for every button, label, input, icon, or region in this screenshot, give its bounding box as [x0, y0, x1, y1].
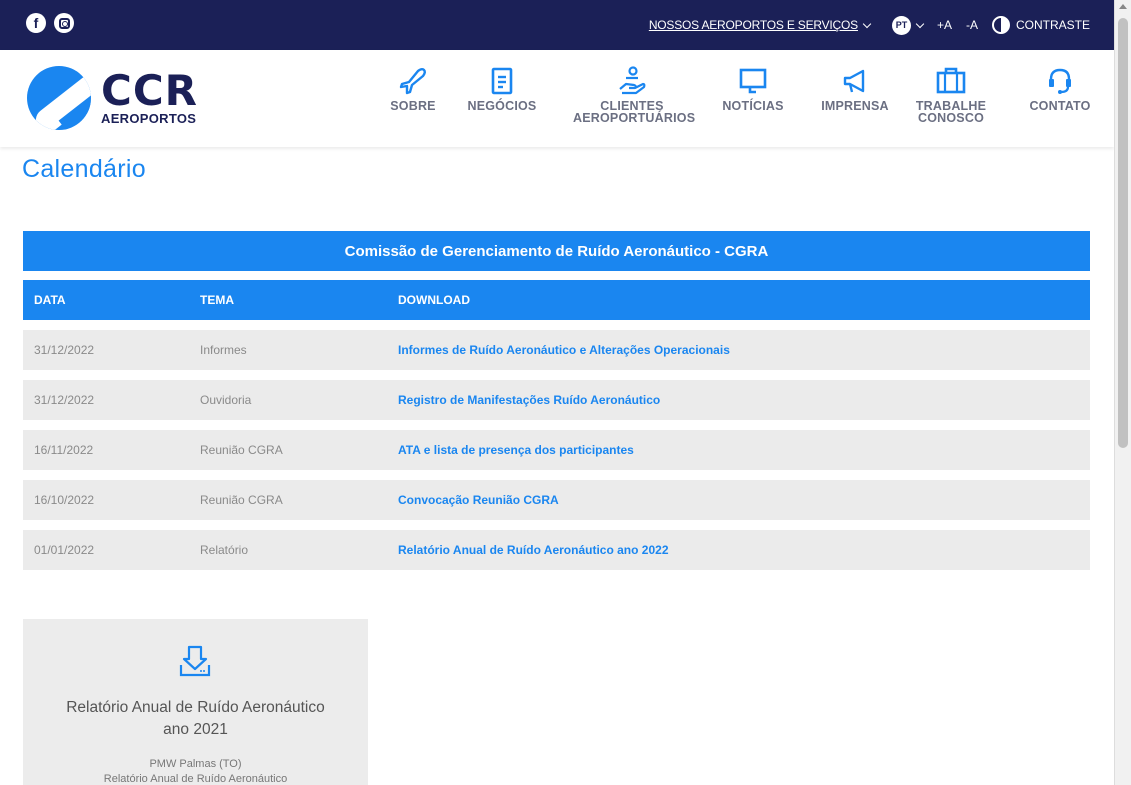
card-subtitle: PMW Palmas (TO) Relatório Anual de Ruído…: [23, 757, 368, 785]
table-row: 31/12/2022 Ouvidoria Registro de Manifes…: [23, 380, 1090, 420]
nav-item-imprensa[interactable]: IMPRENSA: [815, 62, 895, 112]
card-description: Relatório Anual de Ruído Aeronáutico: [103, 773, 288, 785]
row-tema: Relatório: [200, 543, 249, 557]
row-date: 31/12/2022: [34, 393, 95, 407]
scrollbar-thumb[interactable]: [1118, 18, 1128, 448]
top-nav: NOSSOS AEROPORTOS E SERVIÇOS PT +A -A CO…: [649, 0, 1090, 50]
scroll-up-icon[interactable]: [1119, 4, 1127, 9]
row-tema: Reunião CGRA: [200, 443, 283, 457]
row-download-link[interactable]: Registro de Manifestações Ruído Aeronáut…: [398, 380, 660, 420]
header-tema: TEMA: [200, 293, 234, 307]
nav-item-trabalhe[interactable]: TRABALHE CONOSCO: [913, 62, 989, 124]
nav-label: NEGÓCIOS: [467, 99, 537, 113]
row-download-link[interactable]: ATA e lista de presença dos participante…: [398, 430, 634, 470]
airplane-icon: [393, 62, 433, 100]
monitor-icon: [733, 62, 773, 100]
row-date: 16/11/2022: [34, 443, 94, 457]
facebook-glyph: f: [33, 15, 39, 31]
contrast-toggle[interactable]: CONTRASTE: [991, 16, 1090, 34]
nav-label: SOBRE: [390, 99, 436, 113]
nav-label: CLIENTES AEROPORTUÁRIOS: [573, 99, 696, 125]
nav-item-clientes[interactable]: CLIENTES AEROPORTUÁRIOS: [566, 62, 698, 124]
table-row: 16/11/2022 Reunião CGRA ATA e lista de p…: [23, 430, 1090, 470]
megaphone-icon: [835, 62, 875, 100]
airports-services-link[interactable]: NOSSOS AEROPORTOS E SERVIÇOS: [648, 18, 872, 32]
page-scrollbar[interactable]: [1114, 0, 1131, 785]
font-increase-button[interactable]: +A: [937, 18, 952, 32]
chevron-down-icon: [915, 19, 925, 28]
table-header: DATA TEMA DOWNLOAD: [23, 280, 1090, 320]
nav-item-contato[interactable]: CONTATO: [1022, 62, 1098, 112]
header-data: DATA: [34, 293, 66, 307]
headset-icon: [1040, 62, 1080, 100]
table-row: 16/10/2022 Reunião CGRA Convocação Reuni…: [23, 480, 1090, 520]
card-location: PMW Palmas (TO): [149, 758, 242, 770]
nav-label: CONTATO: [1029, 99, 1091, 113]
nav-item-negocios[interactable]: NEGÓCIOS: [465, 62, 539, 112]
row-tema: Ouvidoria: [200, 393, 252, 407]
nav-label: NOTÍCIAS: [722, 99, 784, 113]
header-download: DOWNLOAD: [398, 293, 470, 307]
nav-item-sobre[interactable]: SOBRE: [388, 62, 438, 112]
nav-label: TRABALHE CONOSCO: [915, 99, 987, 125]
language-badge: PT: [891, 15, 911, 35]
row-tema: Informes: [200, 343, 247, 357]
row-date: 16/10/2022: [34, 493, 95, 507]
row-tema: Reunião CGRA: [200, 493, 283, 507]
table-row: 31/12/2022 Informes Informes de Ruído Ae…: [23, 330, 1090, 370]
row-download-link[interactable]: Relatório Anual de Ruído Aeronáutico ano…: [398, 530, 669, 570]
font-decrease-button[interactable]: -A: [966, 18, 978, 32]
row-download-link[interactable]: Convocação Reunião CGRA: [398, 480, 559, 520]
page-title: Calendário: [22, 155, 146, 183]
nav-item-noticias[interactable]: NOTÍCIAS: [718, 62, 788, 112]
hand-coin-icon: [612, 62, 652, 100]
row-date: 01/01/2022: [34, 543, 95, 557]
report-card[interactable]: Relatório Anual de Ruído Aeronáutico ano…: [23, 619, 368, 785]
table-row: 01/01/2022 Relatório Relatório Anual de …: [23, 530, 1090, 570]
table-title: Comissão de Gerenciamento de Ruído Aeron…: [23, 231, 1090, 271]
document-icon: [482, 62, 522, 100]
card-title-line2: ano 2021: [163, 721, 228, 738]
download-icon: [175, 641, 215, 681]
contrast-label: CONTRASTE: [1015, 18, 1090, 32]
row-download-link[interactable]: Informes de Ruído Aeronáutico e Alteraçõ…: [398, 330, 730, 370]
social-links: f: [26, 13, 74, 33]
instagram-icon[interactable]: [54, 13, 74, 33]
language-selector[interactable]: PT: [891, 15, 925, 35]
row-date: 31/12/2022: [34, 343, 95, 357]
airports-services-label: NOSSOS AEROPORTOS E SERVIÇOS: [648, 18, 858, 32]
nav-label: IMPRENSA: [821, 99, 889, 113]
main-header: CCR AEROPORTOS SOBRE NEGÓCIOS CLIENTES A…: [0, 50, 1114, 147]
facebook-icon[interactable]: f: [26, 13, 46, 33]
top-bar: f NOSSOS AEROPORTOS E SERVIÇOS PT +A -A …: [0, 0, 1114, 50]
briefcase-icon: [931, 62, 971, 100]
chevron-down-icon: [862, 19, 872, 28]
contrast-icon: [991, 16, 1010, 34]
card-title-line1: Relatório Anual de Ruído Aeronáutico: [66, 699, 325, 716]
card-title: Relatório Anual de Ruído Aeronáutico ano…: [23, 697, 368, 741]
main-nav: SOBRE NEGÓCIOS CLIENTES AEROPORTUÁRIOS N…: [0, 62, 1114, 142]
